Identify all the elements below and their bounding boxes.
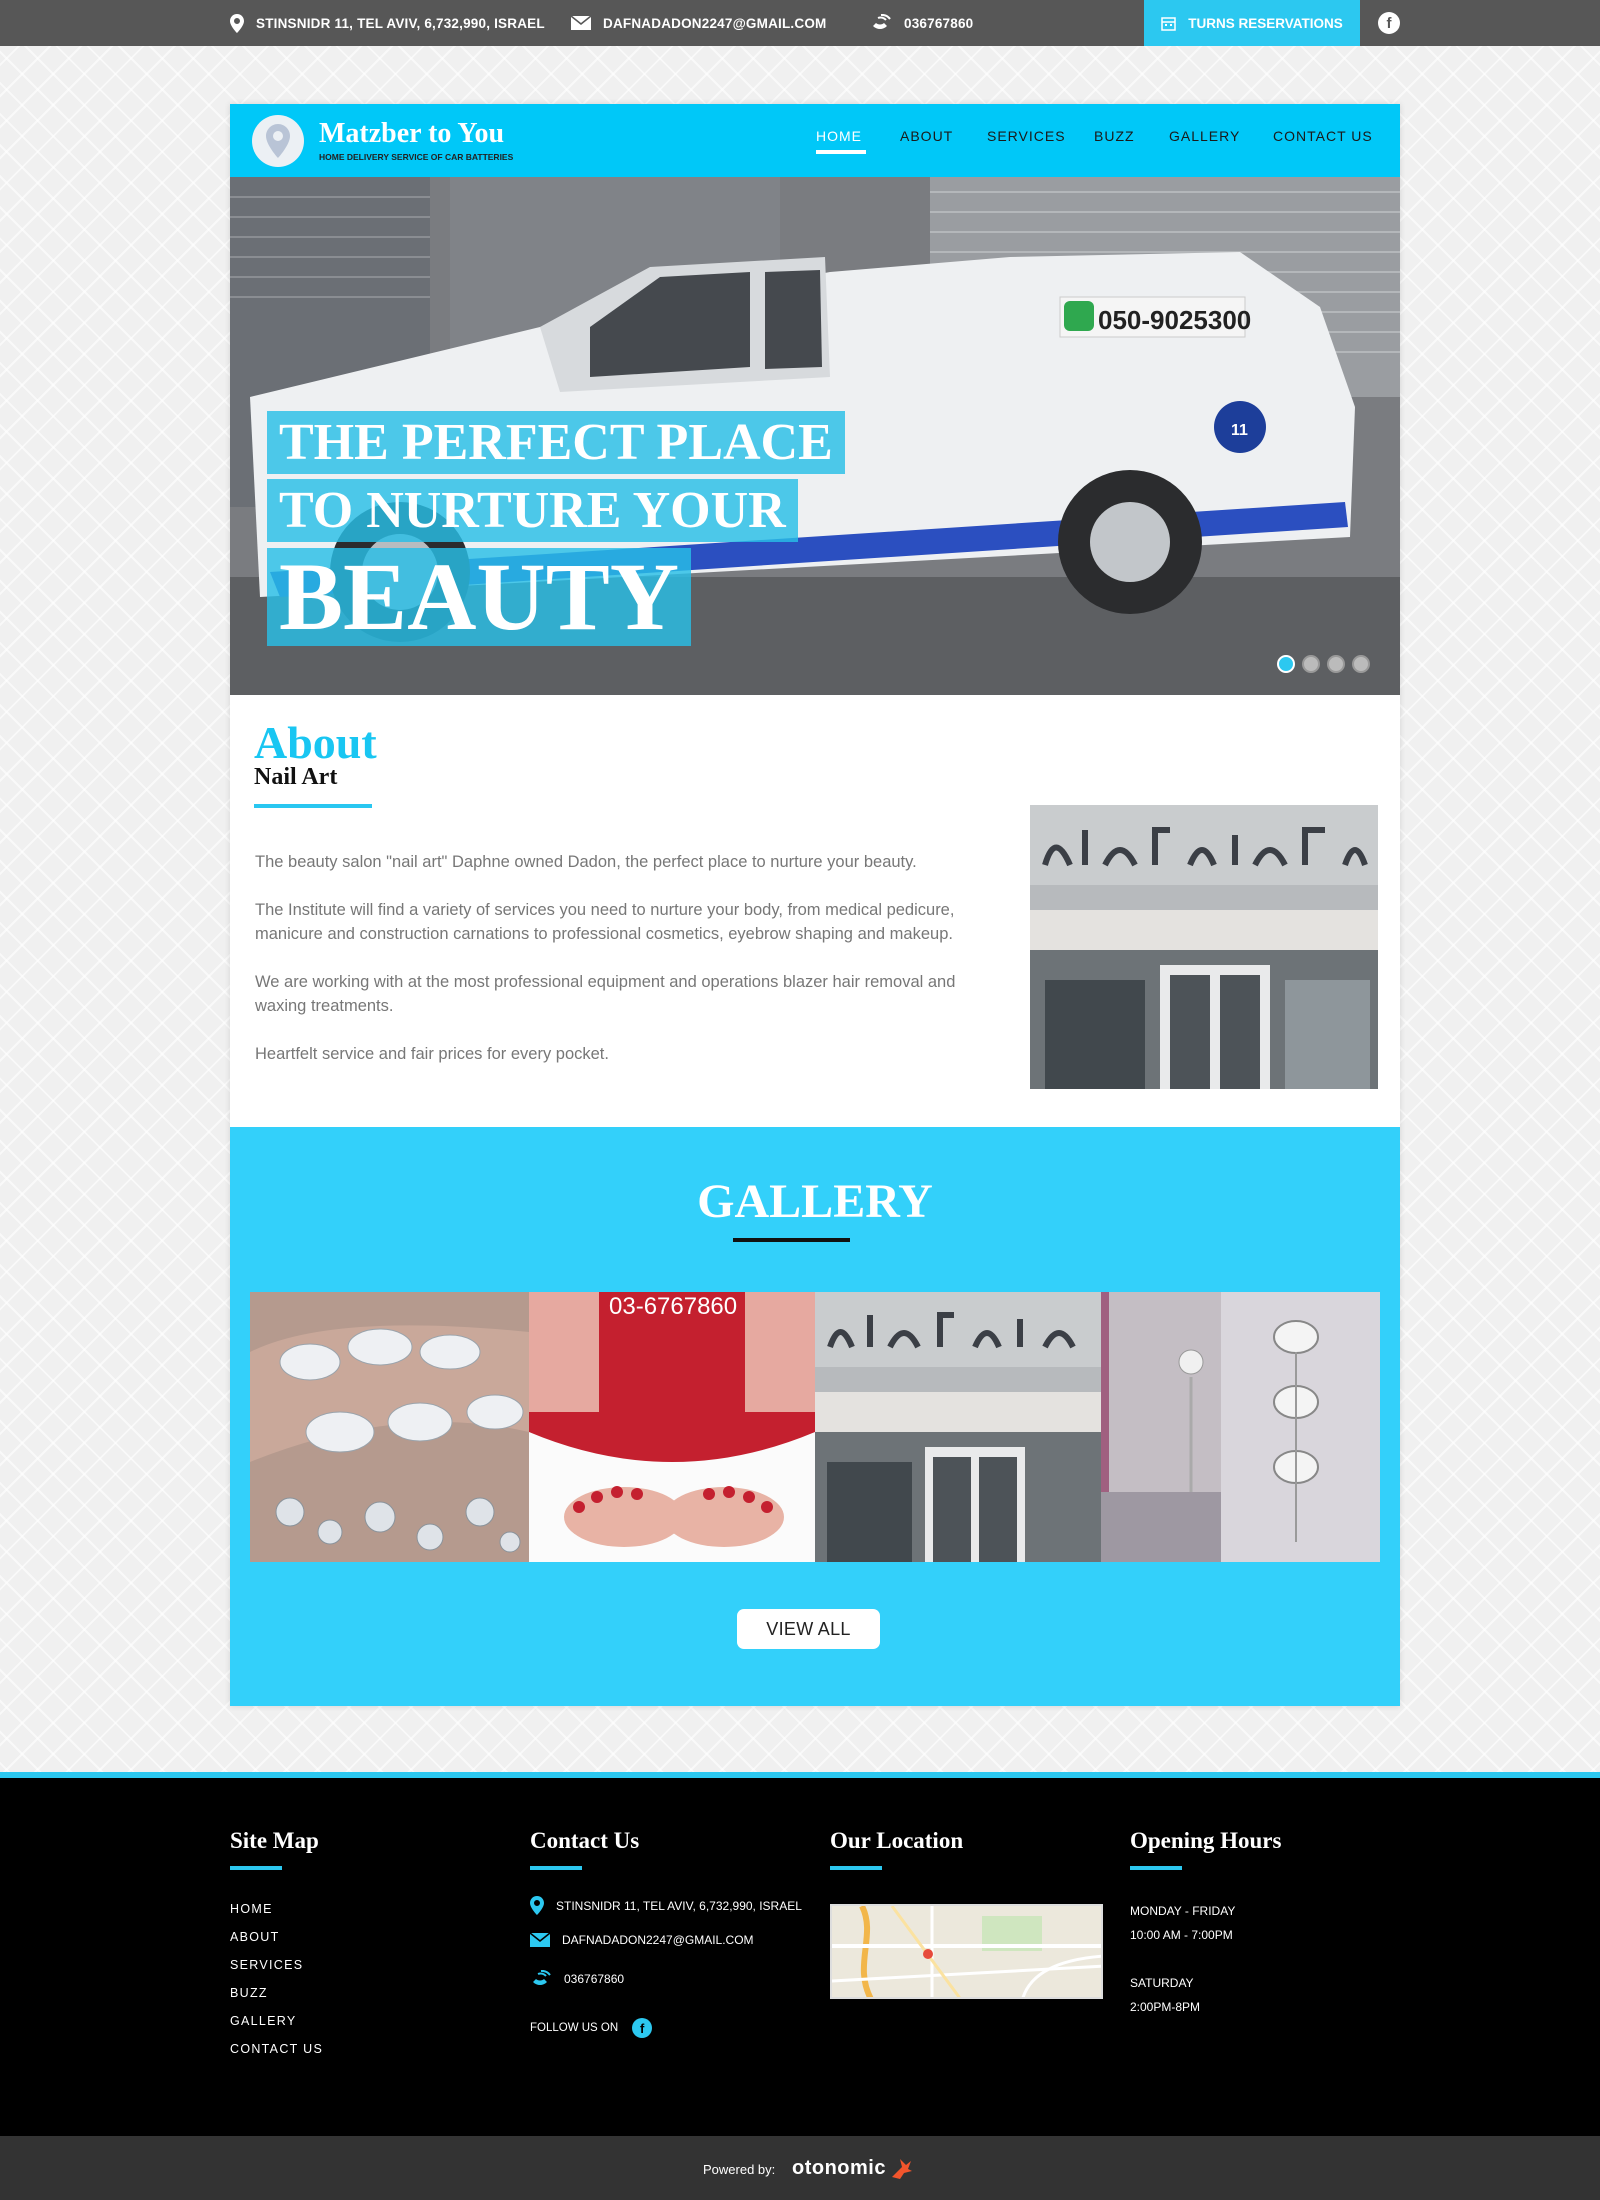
- view-all-button[interactable]: VIEW ALL: [737, 1609, 880, 1649]
- gallery-tile-storefront[interactable]: [815, 1292, 1101, 1562]
- footer-link-about[interactable]: ABOUT: [230, 1930, 280, 1944]
- footer-sitemap-heading: Site Map: [230, 1828, 319, 1853]
- footer-sitemap-divider: [230, 1866, 282, 1870]
- gallery-heading: GALLERY: [697, 1175, 933, 1228]
- hero-slider: 050-9025300 11 THE PERFECT PLACE TO NURT…: [230, 177, 1400, 695]
- hours-weekday: 10:00 AM - 7:00PM: [1130, 1928, 1233, 1942]
- footer-location-divider: [830, 1866, 882, 1870]
- topbar-phone[interactable]: 036767860: [870, 0, 973, 46]
- footer-contact-heading: Contact Us: [530, 1828, 640, 1853]
- footer-address: STINSNIDR 11, TEL AVIV, 6,732,990, ISRAE…: [530, 1896, 802, 1915]
- nav-buzz[interactable]: BUZZ: [1094, 128, 1135, 144]
- facebook-icon[interactable]: f: [1378, 12, 1400, 34]
- hours-weekday-label: MONDAY - FRIDAY: [1130, 1904, 1236, 1918]
- slider-dot-4[interactable]: [1352, 655, 1370, 673]
- gallery-tile-pedicure[interactable]: 03-6767860: [529, 1292, 815, 1562]
- hero-headline-line-1: THE PERFECT PLACE: [267, 411, 845, 474]
- gallery-tile-nails[interactable]: [250, 1292, 529, 1562]
- site-title[interactable]: Matzber to You: [319, 118, 504, 150]
- topbar-address: STINSNIDR 11, TEL AVIV, 6,732,990, ISRAE…: [230, 0, 545, 46]
- footer-link-buzz[interactable]: BUZZ: [230, 1986, 268, 2000]
- gallery-section: GALLERY 03-6767860 VIEW ALL: [230, 1127, 1400, 1706]
- powered-by-bar: Powered by: otonomic: [0, 2136, 1600, 2200]
- footer-hours-divider: [1130, 1866, 1182, 1870]
- envelope-icon: [530, 1933, 550, 1947]
- location-pin-icon: [530, 1896, 544, 1915]
- footer-link-gallery[interactable]: GALLERY: [230, 2014, 297, 2028]
- nav-gallery[interactable]: GALLERY: [1169, 128, 1240, 144]
- about-storefront-image: [1030, 805, 1378, 1089]
- nav-services[interactable]: SERVICES: [987, 128, 1066, 144]
- about-subheading: Nail Art: [254, 764, 338, 790]
- hero-headline-line-3: BEAUTY: [267, 548, 692, 646]
- about-divider: [254, 804, 372, 808]
- hours-saturday-label: SATURDAY: [1130, 1976, 1194, 1990]
- footer-hours-heading: Opening Hours: [1130, 1828, 1282, 1853]
- about-text: The beauty salon "nail art" Daphne owned…: [255, 850, 985, 1090]
- nav-active-indicator: [816, 150, 866, 154]
- gallery-tile-phone: 03-6767860: [609, 1293, 737, 1320]
- gallery-divider: [733, 1238, 850, 1242]
- nav-home[interactable]: HOME: [816, 128, 862, 144]
- about-paragraph: The beauty salon "nail art" Daphne owned…: [255, 853, 917, 871]
- phone-icon: [533, 1970, 551, 1985]
- turns-reservations-button[interactable]: TURNS RESERVATIONS: [1144, 0, 1360, 46]
- facebook-icon[interactable]: f: [632, 2018, 653, 2038]
- nav-about[interactable]: ABOUT: [900, 128, 953, 144]
- envelope-icon: [571, 16, 591, 30]
- slider-dots: [1277, 655, 1370, 673]
- nav-contact-us[interactable]: CONTACT US: [1273, 128, 1373, 144]
- site-header: Matzber to You HOME DELIVERY SERVICE OF …: [230, 104, 1400, 177]
- gallery-tile-interior[interactable]: [1101, 1292, 1380, 1562]
- powered-by-label: Powered by:: [703, 2162, 776, 2177]
- about-heading: About: [254, 717, 377, 768]
- site-tagline: HOME DELIVERY SERVICE OF CAR BATTERIES: [319, 152, 514, 162]
- footer-email[interactable]: DAFNADADON2247@GMAIL.COM: [530, 1933, 754, 1947]
- footer-link-services[interactable]: SERVICES: [230, 1958, 303, 1972]
- slider-dot-1[interactable]: [1277, 655, 1295, 673]
- phone-icon: [873, 14, 891, 29]
- location-pin-icon: [230, 13, 244, 33]
- logo-pin-icon[interactable]: [252, 115, 304, 167]
- location-map[interactable]: [830, 1904, 1103, 1999]
- hero-headline-line-2: TO NURTURE YOUR: [267, 479, 798, 542]
- footer-location-heading: Our Location: [830, 1828, 964, 1853]
- footer-link-home[interactable]: HOME: [230, 1902, 273, 1916]
- top-bar: STINSNIDR 11, TEL AVIV, 6,732,990, ISRAE…: [0, 0, 1600, 46]
- footer-link-contact-us[interactable]: CONTACT US: [230, 2042, 323, 2056]
- bird-icon: [892, 2159, 913, 2179]
- otonomic-logo[interactable]: otonomic: [792, 2157, 913, 2181]
- footer-phone[interactable]: 036767860: [530, 1970, 624, 1988]
- about-paragraph: We are working with at the most professi…: [255, 973, 956, 1015]
- footer-contact-divider: [530, 1866, 582, 1870]
- footer-follow: FOLLOW US ON f: [530, 2018, 653, 2038]
- slider-dot-2[interactable]: [1302, 655, 1320, 673]
- about-paragraph: The Institute will find a variety of ser…: [255, 901, 955, 943]
- calendar-icon: [1161, 16, 1176, 31]
- slider-dot-3[interactable]: [1327, 655, 1345, 673]
- topbar-email[interactable]: DAFNADADON2247@GMAIL.COM: [571, 0, 826, 46]
- truck-badge-number: 11: [1231, 422, 1248, 439]
- truck-phone-text: 050-9025300: [1098, 305, 1251, 335]
- about-paragraph: Heartfelt service and fair prices for ev…: [255, 1045, 609, 1063]
- hours-saturday: 2:00PM-8PM: [1130, 2000, 1201, 2014]
- site-footer: Site Map HOME ABOUT SERVICES BUZZ GALLER…: [0, 1778, 1600, 2136]
- main-container: Matzber to You HOME DELIVERY SERVICE OF …: [230, 104, 1400, 1706]
